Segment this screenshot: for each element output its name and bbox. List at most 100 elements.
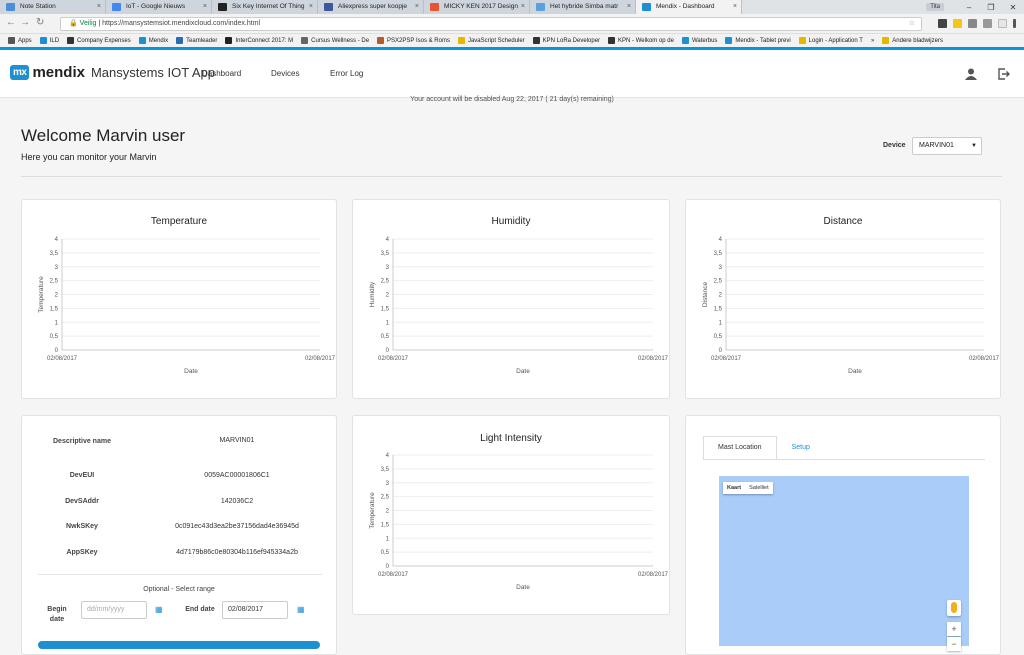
map-view[interactable]: Kaart Satelliet + − (719, 476, 969, 651)
nav-error-log[interactable]: Error Log (330, 69, 363, 78)
bookmark-item[interactable]: JavaScript Scheduler (457, 37, 525, 44)
bookmark-item[interactable]: PSX2PSP Isos & Roms (377, 37, 450, 44)
device-select[interactable]: MARVIN01 ▼ (912, 137, 982, 155)
distance-chart: 0 0,5 1 1,5 2 2,5 3 3,5 4 02/08/2017 02/08/2017 Dat… (702, 237, 1000, 375)
page-subtitle: Here you can monitor your Marvin (21, 152, 157, 162)
y-tick-label: 0 (55, 348, 59, 354)
pocket-icon[interactable] (938, 19, 947, 28)
extension-notes-icon[interactable] (953, 19, 962, 28)
close-tab-icon[interactable]: × (627, 0, 631, 14)
browser-tab[interactable]: Het hybride Simba matr × (530, 0, 636, 14)
lock-icon: 🔒 (69, 20, 78, 27)
bookmarks-bar: Apps ILD Company Expenses Mendix Teamlea… (0, 34, 1024, 47)
bookmark-item[interactable]: KPN - Welkom op de (608, 37, 674, 44)
browser-tab[interactable]: Six Key Internet Of Thing × (212, 0, 318, 14)
temperature-card: Temperature 0 0,5 1 1,5 2 2,5 3 3,5 4 02/08/2017 0… (21, 199, 337, 399)
y-tick-label: 1,5 (50, 306, 59, 312)
extension-icon[interactable] (983, 19, 992, 28)
info-key: DevSAddr (65, 498, 99, 505)
extension-cast-icon[interactable] (968, 19, 977, 28)
end-date-label: End date (185, 606, 215, 613)
url-input[interactable]: 🔒 Veilig | https://mansystemsiot.mendixc… (60, 17, 922, 31)
device-info-card: Descriptive name MARVIN01 DevEUI 0059AC000… (21, 415, 337, 655)
close-window-icon[interactable]: ✕ (1002, 3, 1024, 12)
tab-favicon-icon (112, 3, 121, 11)
bookmark-favicon-icon (725, 37, 733, 44)
nav-devices[interactable]: Devices (271, 69, 299, 78)
pegman-icon[interactable] (947, 600, 961, 616)
bookmark-label: PSX2PSP Isos & Roms (387, 37, 450, 44)
bookmark-item[interactable]: Waterbus (681, 37, 717, 44)
forward-icon[interactable]: → (20, 17, 30, 28)
tab-favicon-icon (536, 3, 545, 11)
light-intensity-card: Light Intensity 0 0,5 1 1,5 2 2,5 3 3,5 4 02/08/2… (352, 415, 670, 615)
bookmark-item[interactable]: Mendix (138, 37, 168, 44)
logout-icon[interactable] (998, 68, 1010, 80)
browser-tab[interactable]: Aliexpress super koopje × (318, 0, 424, 14)
bookmark-label: Login - Application T (808, 37, 863, 44)
bookmark-label: Cursus Wellness - De (311, 37, 370, 44)
bookmark-item[interactable]: Login - Application T (798, 37, 863, 44)
bookmark-item[interactable]: Mendix - Tablet previ (725, 37, 791, 44)
tab-mast-location[interactable]: Mast Location (703, 436, 777, 460)
x-tick-label: 02/08/2017 (711, 356, 742, 362)
bookmark-label: JavaScript Scheduler (467, 37, 525, 44)
nav-dashboard[interactable]: Dashboard (202, 69, 241, 78)
bookmark-favicon-icon (138, 37, 146, 44)
distance-card: Distance 0 0,5 1 1,5 2 2,5 3 3,5 4 02/08/2017 02/0… (685, 199, 1001, 399)
close-tab-icon[interactable]: × (415, 0, 419, 14)
browser-tab[interactable]: MICKY KEN 2017 Design × (424, 0, 530, 14)
browser-tab[interactable]: IoT - Google Nieuws × (106, 0, 212, 14)
other-bookmarks[interactable]: Andere bladwijzers (882, 37, 943, 44)
menu-icon[interactable] (1013, 19, 1016, 28)
browser-tab-active[interactable]: Mendix - Dashboard × (636, 0, 742, 14)
divider (21, 176, 1002, 177)
close-tab-icon[interactable]: × (521, 0, 525, 14)
reload-icon[interactable]: ↻ (36, 17, 44, 28)
end-date-input[interactable]: 02/08/2017 (222, 601, 288, 619)
bookmark-label: ILD (49, 37, 60, 44)
bookmark-favicon-icon (225, 37, 233, 44)
y-tick-label: 2,5 (381, 495, 390, 501)
bookmark-item[interactable]: KPN LoRa Developer (532, 37, 600, 44)
zoom-in-button[interactable]: + (947, 622, 961, 636)
range-header: Optional - Select range (143, 586, 215, 593)
user-icon[interactable] (965, 68, 977, 80)
close-tab-icon[interactable]: × (309, 0, 313, 14)
info-key: AppSKey (66, 549, 98, 556)
bookmark-item[interactable]: Teamleader (176, 37, 217, 44)
extension-puzzle-icon[interactable] (998, 19, 1007, 28)
bookmark-item[interactable]: Cursus Wellness - De (301, 37, 369, 44)
calendar-icon[interactable]: ▦ (155, 605, 163, 614)
x-axis-label: Date (184, 368, 198, 375)
restore-icon[interactable]: ❐ (980, 3, 1002, 12)
bookmark-item[interactable]: ILD (39, 37, 60, 44)
app-logo[interactable]: mx mendix Mansystems IOT App (10, 64, 215, 81)
x-axis-label: Date (848, 368, 862, 375)
map-type-kaart[interactable]: Kaart (723, 482, 745, 494)
bookmark-item[interactable]: Company Expenses (67, 37, 131, 44)
bookmarks-overflow[interactable]: » (871, 38, 874, 44)
y-tick-label: 2 (719, 293, 723, 299)
bookmark-favicon-icon (798, 37, 806, 44)
calendar-icon[interactable]: ▦ (297, 605, 305, 614)
close-tab-icon[interactable]: × (97, 0, 101, 14)
y-tick-label: 3,5 (50, 251, 59, 257)
bookmark-item[interactable]: Apps (8, 37, 32, 44)
bookmark-item[interactable]: InterConnect 2017: M (225, 37, 293, 44)
close-tab-icon[interactable]: × (733, 0, 737, 14)
submit-range-button[interactable] (38, 641, 320, 649)
bookmark-star-icon[interactable]: ☆ (909, 18, 915, 30)
x-axis-label: Date (516, 368, 530, 375)
back-icon[interactable]: ← (6, 17, 16, 28)
tab-setup[interactable]: Setup (777, 436, 825, 460)
minimize-icon[interactable]: – (958, 3, 980, 12)
y-tick-label: 3 (386, 481, 390, 487)
close-tab-icon[interactable]: × (203, 0, 207, 14)
zoom-out-button[interactable]: − (947, 637, 961, 651)
begin-date-input[interactable]: dd/mm/yyyy (81, 601, 147, 619)
browser-tab[interactable]: Note Station × (0, 0, 106, 14)
profile-badge[interactable]: Tita (926, 3, 944, 11)
map-type-satelliet[interactable]: Satelliet (745, 482, 773, 494)
url-separator: | (98, 20, 101, 27)
